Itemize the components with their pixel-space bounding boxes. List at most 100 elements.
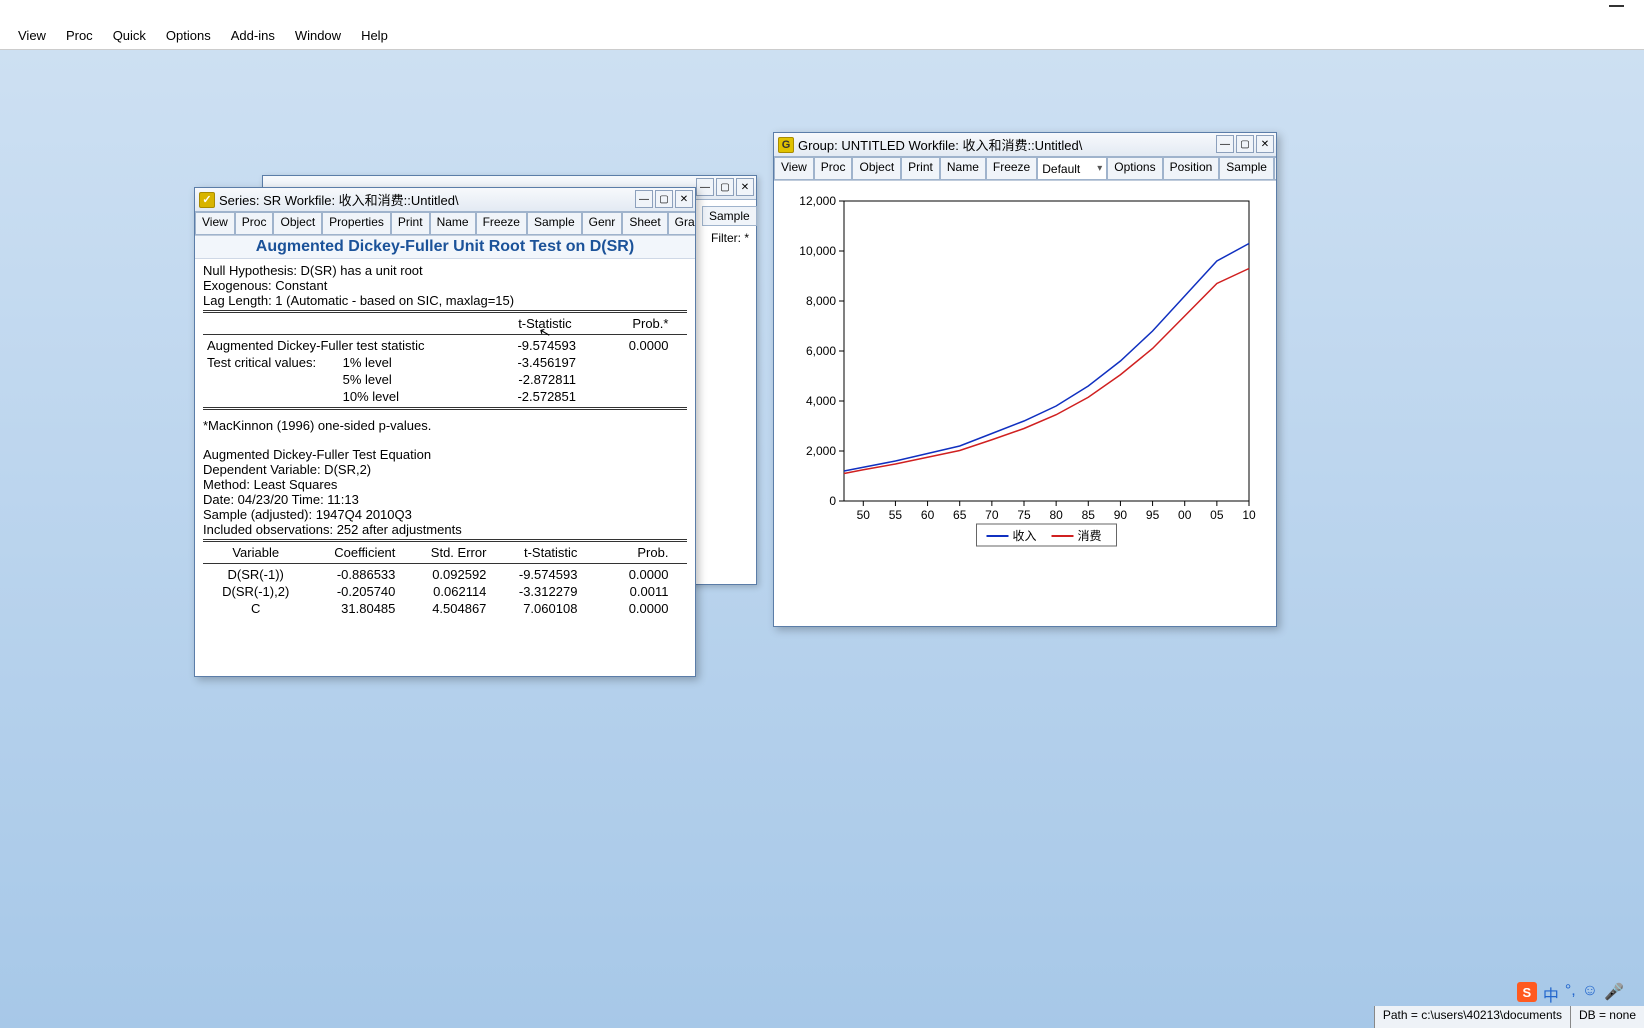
bg-filter-label: Filter: * bbox=[711, 231, 749, 245]
table-row: D(SR(-1))-0.8865330.092592-9.5745930.000… bbox=[203, 566, 672, 583]
group-window: G Group: UNTITLED Workfile: 收入和消费::Untit… bbox=[773, 132, 1277, 627]
series-minimize-button[interactable]: — bbox=[635, 190, 653, 208]
group-tbtn-view[interactable]: View bbox=[774, 157, 814, 180]
status-path: Path = c:\users\40213\documents bbox=[1374, 1006, 1570, 1028]
status-db: DB = none bbox=[1570, 1006, 1644, 1028]
series-close-button[interactable]: ✕ bbox=[675, 190, 693, 208]
null-hypothesis: Null Hypothesis: D(SR) has a unit root bbox=[203, 263, 687, 278]
series-tbtn-print[interactable]: Print bbox=[391, 212, 430, 235]
svg-text:10: 10 bbox=[1242, 508, 1256, 522]
group-tbtn-print[interactable]: Print bbox=[901, 157, 940, 180]
menu-options[interactable]: Options bbox=[156, 24, 221, 47]
svg-text:60: 60 bbox=[921, 508, 935, 522]
mackinnon-note: *MacKinnon (1996) one-sided p-values. bbox=[203, 418, 687, 433]
svg-text:55: 55 bbox=[889, 508, 903, 522]
svg-text:收入: 收入 bbox=[1013, 529, 1037, 543]
eq-line: Included observations: 252 after adjustm… bbox=[203, 522, 687, 537]
group-title: Group: UNTITLED Workfile: 收入和消费::Untitle… bbox=[798, 135, 1082, 154]
series-tbtn-sheet[interactable]: Sheet bbox=[622, 212, 667, 235]
eq-line: Sample (adjusted): 1947Q4 2010Q3 bbox=[203, 507, 687, 522]
lag-length-line: Lag Length: 1 (Automatic - based on SIC,… bbox=[203, 293, 687, 308]
svg-text:8,000: 8,000 bbox=[806, 294, 836, 308]
svg-text:00: 00 bbox=[1178, 508, 1192, 522]
group-style-combo[interactable]: Default bbox=[1037, 157, 1107, 180]
svg-text:65: 65 bbox=[953, 508, 967, 522]
table-row: C31.804854.5048677.0601080.0000 bbox=[203, 600, 672, 617]
series-title: Series: SR Workfile: 收入和消费::Untitled\ bbox=[219, 190, 459, 209]
menu-view[interactable]: View bbox=[8, 24, 56, 47]
series-toolbar: ViewProcObjectPropertiesPrintNameFreezeS… bbox=[195, 212, 695, 236]
line-chart: 02,0004,0006,0008,00010,00012,0005055606… bbox=[789, 191, 1264, 611]
group-titlebar[interactable]: G Group: UNTITLED Workfile: 收入和消费::Untit… bbox=[774, 133, 1276, 157]
menu-proc[interactable]: Proc bbox=[56, 24, 103, 47]
group-tbtn-sample[interactable]: Sample bbox=[1219, 157, 1274, 180]
group-tbtn-sh[interactable]: Sh bbox=[1274, 157, 1276, 180]
group-tbtn-freeze[interactable]: Freeze bbox=[986, 157, 1037, 180]
series-icon: ✓ bbox=[199, 192, 215, 208]
series-tbtn-sample[interactable]: Sample bbox=[527, 212, 582, 235]
ime-mic-icon[interactable]: 🎤 bbox=[1604, 982, 1624, 1006]
group-tbtn-options[interactable]: Options bbox=[1107, 157, 1162, 180]
ime-lang[interactable]: 中 bbox=[1543, 982, 1559, 1006]
bg-close-button[interactable]: ✕ bbox=[736, 178, 754, 196]
series-maximize-button[interactable]: ▢ bbox=[655, 190, 673, 208]
svg-text:10,000: 10,000 bbox=[799, 244, 836, 258]
sogou-icon[interactable]: S bbox=[1517, 982, 1537, 1002]
svg-text:消费: 消费 bbox=[1078, 529, 1102, 543]
eq-line: Date: 04/23/20 Time: 11:13 bbox=[203, 492, 687, 507]
svg-text:50: 50 bbox=[857, 508, 871, 522]
series-content: Null Hypothesis: D(SR) has a unit root E… bbox=[195, 259, 695, 699]
svg-text:2,000: 2,000 bbox=[806, 444, 836, 458]
series-tbtn-freeze[interactable]: Freeze bbox=[476, 212, 527, 235]
group-tbtn-proc[interactable]: Proc bbox=[814, 157, 853, 180]
menu-help[interactable]: Help bbox=[351, 24, 398, 47]
menu-quick[interactable]: Quick bbox=[103, 24, 156, 47]
adf-stat-table: Augmented Dickey-Fuller test statistic-9… bbox=[203, 337, 672, 405]
results-header: VariableCoefficientStd. Errort-Statistic… bbox=[203, 544, 672, 561]
series-tbtn-name[interactable]: Name bbox=[430, 212, 476, 235]
group-tbtn-position[interactable]: Position bbox=[1163, 157, 1220, 180]
results-rows: D(SR(-1))-0.8865330.092592-9.5745930.000… bbox=[203, 566, 672, 617]
ime-punct-icon[interactable]: °, bbox=[1565, 982, 1576, 1006]
series-tbtn-genr[interactable]: Genr bbox=[582, 212, 623, 235]
series-window: ✓ Series: SR Workfile: 收入和消费::Untitled\ … bbox=[194, 187, 696, 677]
title-strip bbox=[0, 0, 1644, 22]
menu-window[interactable]: Window bbox=[285, 24, 351, 47]
svg-text:0: 0 bbox=[829, 494, 836, 508]
group-tbtn-name[interactable]: Name bbox=[940, 157, 986, 180]
svg-text:80: 80 bbox=[1049, 508, 1063, 522]
ime-smiley-icon[interactable]: ☺ bbox=[1582, 982, 1598, 1006]
adf-header-table: t-StatisticProb.* bbox=[203, 315, 672, 332]
svg-text:95: 95 bbox=[1146, 508, 1160, 522]
series-tbtn-properties[interactable]: Properties bbox=[322, 212, 391, 235]
menu-add-ins[interactable]: Add-ins bbox=[221, 24, 285, 47]
svg-text:90: 90 bbox=[1114, 508, 1128, 522]
svg-text:85: 85 bbox=[1082, 508, 1096, 522]
svg-text:75: 75 bbox=[1017, 508, 1031, 522]
svg-text:05: 05 bbox=[1210, 508, 1224, 522]
series-titlebar[interactable]: ✓ Series: SR Workfile: 收入和消费::Untitled\ … bbox=[195, 188, 695, 212]
app-minimize-icon[interactable] bbox=[1609, 4, 1624, 7]
svg-text:4,000: 4,000 bbox=[806, 394, 836, 408]
bg-sample-button[interactable]: Sample bbox=[702, 206, 757, 226]
eq-line: Dependent Variable: D(SR,2) bbox=[203, 462, 687, 477]
group-close-button[interactable]: ✕ bbox=[1256, 135, 1274, 153]
eq-line: Augmented Dickey-Fuller Test Equation bbox=[203, 447, 687, 462]
group-minimize-button[interactable]: — bbox=[1216, 135, 1234, 153]
table-row: D(SR(-1),2)-0.2057400.062114-3.3122790.0… bbox=[203, 583, 672, 600]
bg-maximize-button[interactable]: ▢ bbox=[716, 178, 734, 196]
main-menubar: ViewProcQuickOptionsAdd-insWindowHelp bbox=[0, 22, 1644, 50]
series-tbtn-view[interactable]: View bbox=[195, 212, 235, 235]
series-tbtn-graph[interactable]: Graph bbox=[668, 212, 695, 235]
group-maximize-button[interactable]: ▢ bbox=[1236, 135, 1254, 153]
exogenous-line: Exogenous: Constant bbox=[203, 278, 687, 293]
series-tbtn-proc[interactable]: Proc bbox=[235, 212, 274, 235]
group-tbtn-object[interactable]: Object bbox=[852, 157, 901, 180]
chart-area: 02,0004,0006,0008,00010,00012,0005055606… bbox=[774, 181, 1276, 626]
series-tbtn-object[interactable]: Object bbox=[273, 212, 322, 235]
eq-line: Method: Least Squares bbox=[203, 477, 687, 492]
group-icon: G bbox=[778, 137, 794, 153]
ime-indicator[interactable]: S 中 °, ☺ 🎤 bbox=[1517, 982, 1624, 1006]
status-bar: Path = c:\users\40213\documents DB = non… bbox=[0, 1006, 1644, 1028]
bg-minimize-button[interactable]: — bbox=[696, 178, 714, 196]
